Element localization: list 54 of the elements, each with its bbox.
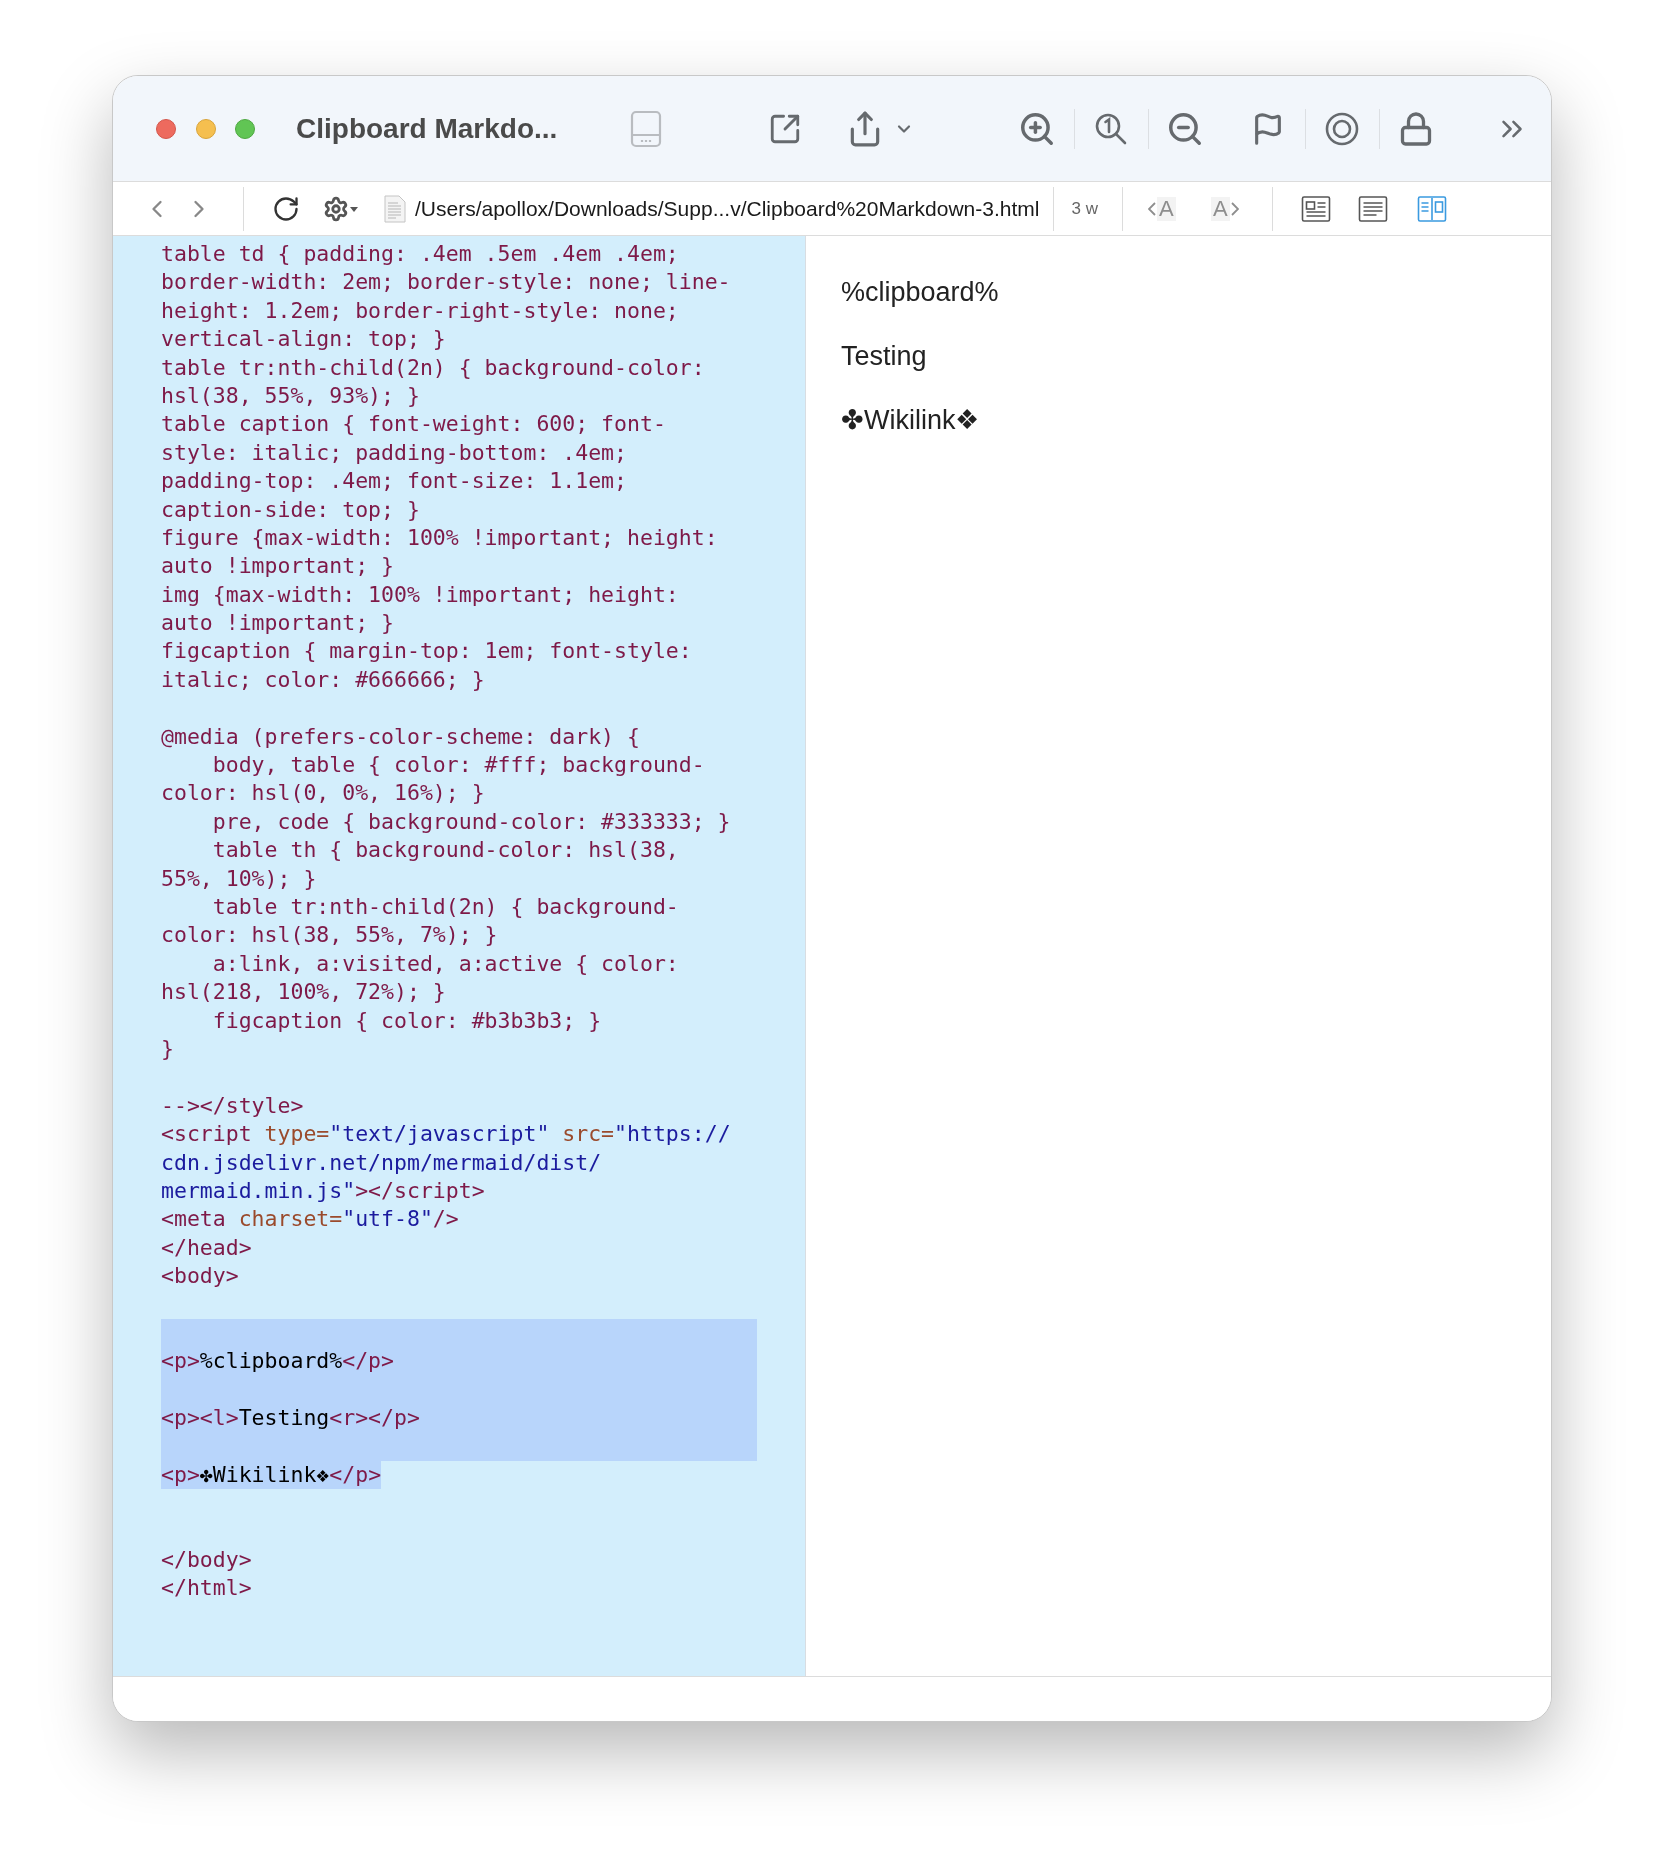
preview-paragraph: ✤Wikilink❖ bbox=[841, 404, 980, 436]
code-line: table tr:nth-child(2n) { background-color: bbox=[161, 354, 705, 380]
close-button[interactable] bbox=[156, 118, 176, 139]
caret-icon bbox=[349, 204, 359, 213]
chevron-left-icon bbox=[1148, 201, 1157, 216]
code-line: table th { background-color: hsl(38, bbox=[211, 837, 679, 863]
code-line: </head> bbox=[161, 1234, 252, 1260]
code-line: 55%, 10%); } bbox=[161, 865, 317, 891]
code-line: cdn.jsdelivr.net/npm/mermaid/dist/ bbox=[161, 1149, 602, 1175]
code-line: auto !important; } bbox=[161, 610, 394, 636]
code-line: </html> bbox=[161, 1575, 252, 1601]
code-line: figcaption { color: #b3b3b3; } bbox=[211, 1007, 602, 1033]
code-line: color: hsl(0, 0%, 16%); } bbox=[161, 780, 485, 806]
code-line: figure {max-width: 100% !important; height: bbox=[161, 524, 718, 550]
file-path: /Users/apollox/Downloads/Supp...v/Clipboard%20Markdown-3.html bbox=[415, 195, 1040, 222]
preview-paragraph: Testing bbox=[841, 340, 927, 372]
code-line: --></style> bbox=[161, 1092, 304, 1118]
code-line: <p>%clipboard%</p> bbox=[161, 1348, 394, 1374]
view-mode-button[interactable] bbox=[1356, 194, 1389, 223]
code-line: hsl(38, 55%, 93%); } bbox=[161, 382, 420, 408]
code-line: </body> bbox=[161, 1546, 252, 1572]
code-line: height: 1.2em; border-right-style: none; bbox=[161, 297, 679, 323]
preview-paragraph: %clipboard% bbox=[841, 276, 999, 308]
chevron-right-icon bbox=[1230, 201, 1239, 216]
code-line: padding-top: .4em; font-size: 1.1em; bbox=[161, 468, 627, 494]
code-line: table td { padding: .4em .5em .4em .4em; bbox=[161, 241, 679, 266]
code-line: mermaid.min.js"></script> bbox=[161, 1177, 485, 1203]
code-line: auto !important; } bbox=[161, 553, 394, 579]
code-line: color: hsl(38, 55%, 7%); } bbox=[161, 922, 498, 948]
code-line: } bbox=[161, 1035, 174, 1061]
gear-icon bbox=[323, 195, 349, 222]
code-line: caption-side: top; } bbox=[161, 496, 420, 522]
code-line: table caption { font-weight: 600; font- bbox=[161, 411, 666, 437]
window-title: Clipboard Markdo... bbox=[296, 112, 558, 144]
code-line: body, table { color: #fff; background- bbox=[211, 752, 705, 778]
code-line: hsl(218, 100%, 72%); } bbox=[161, 979, 446, 1005]
code-line: table tr:nth-child(2n) { background- bbox=[211, 894, 679, 919]
code-line: border-width: 2em; border-style: none; line- bbox=[161, 269, 731, 295]
code-line: <script type="text/javascript" src="https:// bbox=[161, 1121, 731, 1147]
code-line: vertical-align: top; } bbox=[161, 326, 446, 352]
code-line: style: italic; padding-bottom: .4em; bbox=[161, 439, 627, 465]
code-line: pre, code { background-color: #333333; } bbox=[211, 808, 731, 834]
view-mode-button[interactable] bbox=[1299, 194, 1332, 223]
code-line: <p><l>Testing<r></p> bbox=[161, 1405, 420, 1430]
word-count: 3 w bbox=[1071, 197, 1098, 220]
zoom-button[interactable] bbox=[235, 118, 255, 139]
code-line: @media (prefers-color-scheme: dark) { bbox=[161, 723, 640, 749]
code-line: a:link, a:visited, a:active { color: bbox=[211, 950, 679, 976]
code-line: italic; color: #666666; } bbox=[161, 666, 485, 692]
code-line: figcaption { margin-top: 1em; font-style: bbox=[161, 638, 692, 664]
code-line: <meta charset="utf-8"/> bbox=[161, 1206, 459, 1232]
file-icon bbox=[384, 194, 406, 223]
code-line: <body> bbox=[161, 1263, 239, 1289]
code-line: img {max-width: 100% !important; height: bbox=[161, 581, 679, 607]
